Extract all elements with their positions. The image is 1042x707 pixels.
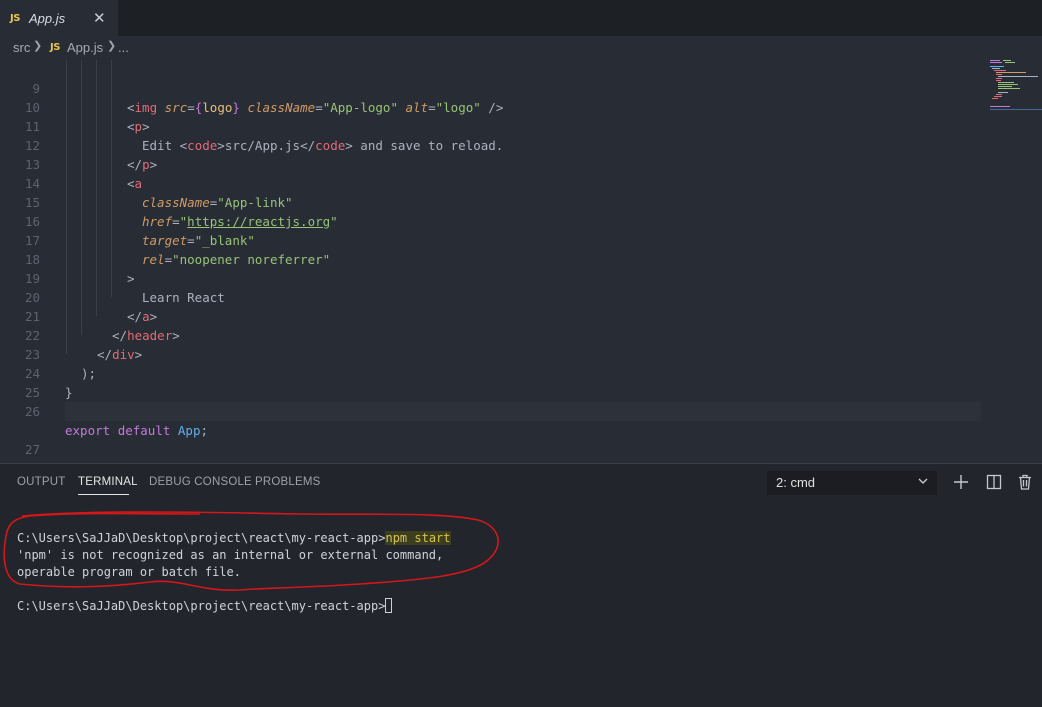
minimap-line — [998, 82, 1014, 83]
tab-terminal[interactable]: TERMINAL — [78, 476, 138, 488]
minimap-line — [996, 78, 1002, 79]
minimap-line — [990, 66, 1004, 67]
minimap[interactable] — [985, 58, 1042, 118]
breadcrumb-symbol[interactable]: ... — [118, 40, 129, 55]
chevron-down-icon — [918, 478, 928, 484]
chevron-right-icon: ❯ — [107, 40, 117, 52]
code-line: 21 </header> — [0, 288, 985, 343]
terminal-line[interactable]: C:\Users\SaJJaD\Desktop\project\react\my… — [17, 598, 393, 615]
code-line: 26 export default App; — [0, 383, 985, 438]
terminal-prompt: C:\Users\SaJJaD\Desktop\project\react\my… — [17, 599, 386, 613]
terminal-error-line: operable program or batch file. — [17, 565, 241, 579]
minimap-line — [1003, 60, 1011, 61]
current-line-highlight — [65, 402, 981, 421]
code-line: 23 ); — [0, 326, 985, 381]
bottom-panel: OUTPUT TERMINAL DEBUG CONSOLE PROBLEMS 2… — [0, 463, 1042, 707]
minimap-line — [996, 94, 1002, 95]
tab-debug-console[interactable]: DEBUG CONSOLE — [149, 476, 252, 488]
code-line: 12 </p> — [0, 117, 985, 172]
terminal-command: npm start — [385, 531, 451, 545]
terminal-line: C:\Users\SaJJaD\Desktop\project\react\my… — [17, 530, 451, 547]
code-line: 15 href="https://reactjs.org" — [0, 174, 985, 229]
minimap-line — [996, 80, 1001, 81]
code-line: 14 className="App-link" — [0, 155, 985, 210]
breadcrumb-file[interactable]: App.js — [67, 40, 103, 55]
code-line: 10 <p> — [0, 79, 985, 134]
minimap-line — [996, 72, 1026, 73]
tab-app-js[interactable]: JS App.js ✕ — [0, 0, 118, 36]
code-line: 20 </a> — [0, 269, 985, 324]
code-text: export default App; — [65, 423, 209, 438]
code-editor[interactable]: 9 <img src={logo} className="App-logo" a… — [0, 58, 1042, 463]
chevron-right-icon: ❯ — [33, 40, 43, 52]
code-line: 9 <img src={logo} className="App-logo" a… — [0, 60, 985, 115]
code-line: 16 target="_blank" — [0, 193, 985, 248]
breadcrumb: src ❯ JS App.js ❯ ... — [0, 36, 1042, 58]
minimap-line — [998, 88, 1020, 89]
minimap-line — [990, 62, 1002, 63]
minimap-line — [998, 76, 1038, 77]
code-line: 25 — [0, 364, 985, 400]
code-line: 24 } — [0, 345, 985, 400]
minimap-line — [990, 60, 1000, 61]
line-number: 27 — [24, 442, 40, 457]
new-terminal-plus-icon[interactable] — [952, 473, 970, 491]
minimap-line — [994, 96, 1002, 97]
javascript-file-icon: JS — [10, 13, 20, 24]
code-line: 19 Learn React — [0, 250, 985, 305]
minimap-line — [992, 68, 1000, 69]
minimap-line — [998, 84, 1018, 85]
minimap-line — [996, 74, 1002, 75]
minimap-line — [994, 70, 1006, 71]
minimap-line — [1005, 62, 1015, 63]
terminal-cursor — [385, 598, 393, 613]
breadcrumb-folder-src[interactable]: src — [13, 40, 30, 55]
code-line: 17 rel="noopener noreferrer" — [0, 212, 985, 267]
tab-problems[interactable]: PROBLEMS — [255, 476, 321, 488]
minimap-line — [998, 92, 1008, 93]
terminal-select-value: 2: cmd — [776, 475, 816, 490]
active-tab-indicator — [78, 494, 129, 495]
code-line: 11 Edit <code>src/App.js</code> and save… — [0, 98, 985, 153]
code-line-current: 27 — [0, 402, 985, 457]
terminal-select-dropdown[interactable]: 2: cmd — [767, 471, 937, 495]
split-terminal-icon[interactable] — [985, 473, 1003, 491]
minimap-line — [992, 98, 998, 99]
terminal-prompt: C:\Users\SaJJaD\Desktop\project\react\my… — [17, 531, 386, 545]
minimap-line — [990, 106, 1010, 107]
minimap-slider — [990, 109, 1042, 110]
terminal-error-line: 'npm' is not recognized as an internal o… — [17, 548, 444, 562]
javascript-file-icon: JS — [50, 42, 60, 53]
code-line: 18 > — [0, 231, 985, 286]
tab-title: App.js — [29, 11, 66, 26]
editor-tab-bar: JS App.js ✕ — [0, 0, 1042, 36]
minimap-line — [998, 86, 1012, 87]
trash-icon[interactable] — [1016, 473, 1034, 491]
tab-output[interactable]: OUTPUT — [17, 476, 65, 488]
code-line: 13 <a — [0, 136, 985, 191]
code-line: 22 </div> — [0, 307, 985, 362]
close-icon[interactable]: ✕ — [93, 9, 106, 27]
